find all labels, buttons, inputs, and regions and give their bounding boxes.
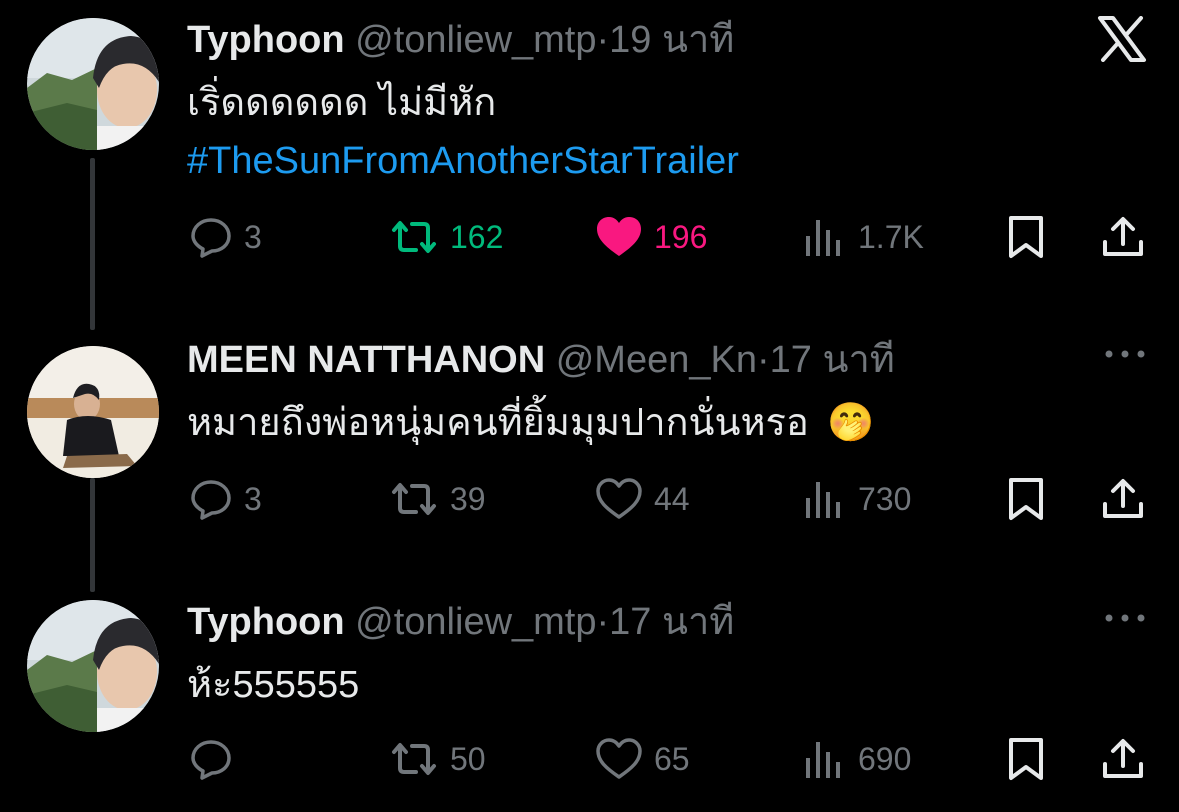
repost-count: 162 [450, 218, 504, 255]
reply-icon [191, 218, 231, 258]
tweet-header: Typhoon @tonliew_mtp·19 นาที [187, 18, 734, 62]
display-name[interactable]: MEEN NATTHANON [187, 339, 545, 381]
avatar[interactable] [27, 600, 159, 732]
repost-count: 50 [450, 740, 486, 777]
heart-filled-icon [597, 217, 641, 256]
share-icon [1103, 217, 1143, 256]
tweet-text: ห้ะ555555 [187, 656, 359, 714]
timestamp[interactable]: 17 นาที [770, 339, 895, 381]
share-button[interactable] [1100, 474, 1146, 524]
repost-icon [392, 483, 436, 515]
reply-icon [191, 480, 231, 520]
tweet[interactable]: MEEN NATTHANON @Meen_Kn·17 นาที หมายถึงพ… [0, 320, 1179, 570]
view-count: 690 [858, 740, 912, 777]
views-icon [806, 742, 840, 778]
repost-button[interactable]: 39 [388, 474, 486, 524]
more-button[interactable] [1103, 344, 1147, 369]
reply-icon [191, 740, 231, 780]
like-button[interactable]: 44 [594, 474, 690, 524]
username-handle[interactable]: @tonliew_mtp [355, 19, 596, 61]
tweet-text-line: หมายถึงพ่อหนุ่มคนที่ยิ้มมุมปากนั่นหรอ [187, 402, 809, 444]
repost-icon [392, 743, 436, 775]
tweet-text-line: ห้ะ555555 [187, 664, 360, 706]
meta-separator: · [596, 19, 610, 61]
username-handle[interactable]: @Meen_Kn [556, 339, 757, 381]
more-button[interactable] [1103, 608, 1147, 633]
reply-button[interactable] [188, 734, 244, 784]
bookmark-button[interactable] [1006, 734, 1046, 784]
avatar[interactable] [27, 346, 159, 478]
emoji-hand-over-mouth: 🤭 [827, 402, 875, 444]
action-bar: 3 39 44 730 [0, 474, 1179, 524]
meta-separator: · [596, 601, 610, 643]
x-logo-icon [1097, 16, 1147, 67]
heart-icon [596, 478, 642, 519]
reply-count: 3 [244, 480, 262, 517]
tweet-header: Typhoon @tonliew_mtp·17 นาที [187, 600, 734, 644]
tweet-text-line: เริ่ดดดดดด ไม่มีหัก [187, 82, 497, 124]
like-count: 44 [654, 480, 690, 517]
tweet-text: เริ่ดดดดดด ไม่มีหัก #TheSunFromAnotherSt… [187, 74, 739, 190]
views-icon [806, 220, 840, 256]
timestamp[interactable]: 17 นาที [609, 601, 734, 643]
tweet-header: MEEN NATTHANON @Meen_Kn·17 นาที [187, 338, 895, 382]
repost-button[interactable]: 50 [388, 734, 486, 784]
share-button[interactable] [1100, 734, 1146, 784]
view-count: 1.7K [858, 218, 924, 255]
views-button[interactable]: 690 [802, 734, 911, 784]
repost-button[interactable]: 162 [388, 212, 503, 262]
heart-icon [596, 738, 642, 779]
bookmark-icon [1009, 738, 1043, 780]
like-count: 65 [654, 740, 690, 777]
more-icon [1105, 350, 1145, 358]
views-button[interactable]: 730 [802, 474, 911, 524]
bookmark-button[interactable] [1006, 212, 1046, 262]
meta-separator: · [756, 339, 770, 381]
tweet[interactable]: Typhoon @tonliew_mtp·17 นาที ห้ะ555555 5… [0, 582, 1179, 812]
reply-button[interactable]: 3 [188, 474, 262, 524]
tweet-text: หมายถึงพ่อหนุ่มคนที่ยิ้มมุมปากนั่นหรอ 🤭 [187, 394, 875, 452]
views-icon [806, 482, 840, 518]
repost-count: 39 [450, 480, 486, 517]
action-bar: 3 162 196 1.7K [0, 212, 1179, 262]
repost-icon [392, 221, 436, 253]
timestamp[interactable]: 19 นาที [609, 19, 734, 61]
share-icon [1103, 739, 1143, 778]
reply-count: 3 [244, 218, 262, 255]
bookmark-icon [1009, 216, 1043, 258]
conversation-thread: Typhoon @tonliew_mtp·19 นาที เริ่ดดดดดด … [0, 0, 1179, 812]
username-handle[interactable]: @tonliew_mtp [355, 601, 596, 643]
like-button[interactable]: 65 [594, 734, 690, 784]
display-name[interactable]: Typhoon [187, 19, 345, 61]
share-button[interactable] [1100, 212, 1146, 262]
bookmark-icon [1009, 478, 1043, 520]
reply-button[interactable]: 3 [188, 212, 262, 262]
like-count: 196 [654, 218, 708, 255]
tweet[interactable]: Typhoon @tonliew_mtp·19 นาที เริ่ดดดดดด … [0, 0, 1179, 290]
avatar[interactable] [27, 18, 159, 150]
bookmark-button[interactable] [1006, 474, 1046, 524]
like-button[interactable]: 196 [594, 212, 707, 262]
views-button[interactable]: 1.7K [802, 212, 924, 262]
view-count: 730 [858, 480, 912, 517]
display-name[interactable]: Typhoon [187, 601, 345, 643]
share-icon [1103, 479, 1143, 518]
action-bar: 50 65 690 [0, 734, 1179, 784]
hashtag-link[interactable]: #TheSunFromAnotherStarTrailer [187, 132, 739, 190]
more-icon [1105, 614, 1145, 622]
